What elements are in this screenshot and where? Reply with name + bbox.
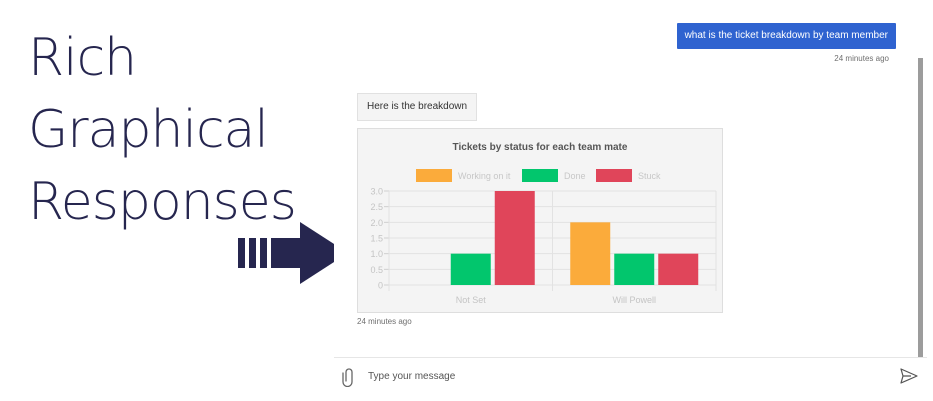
arrow-right-icon <box>238 222 348 284</box>
scrollbar-thumb[interactable] <box>918 58 923 357</box>
y-tick-label: 2.0 <box>370 218 383 228</box>
y-tick-label: 2.5 <box>370 202 383 212</box>
message-composer <box>334 357 927 401</box>
headline: Rich Graphical Responses <box>28 22 297 238</box>
message-input[interactable] <box>368 364 868 388</box>
y-tick-label: 0 <box>378 281 383 291</box>
x-tick-label: Not Set <box>456 295 487 305</box>
chart-card: Tickets by status for each team mate Work… <box>357 128 723 313</box>
user-message-text: what is the ticket breakdown by team mem… <box>684 30 888 41</box>
bar <box>658 253 699 285</box>
chat-pane: what is the ticket breakdown by team mem… <box>334 0 927 400</box>
legend-swatch <box>416 169 452 182</box>
legend-swatch <box>522 169 558 182</box>
headline-line: Graphical <box>28 100 269 160</box>
bot-message-timestamp: 24 minutes ago <box>357 317 412 326</box>
legend-label: Working on it <box>458 171 511 181</box>
headline-line: Rich <box>28 28 137 88</box>
bar <box>494 191 535 285</box>
y-tick-label: 0.5 <box>370 265 383 275</box>
y-tick-label: 3.0 <box>370 187 383 197</box>
y-tick-label: 1.0 <box>370 249 383 259</box>
paperclip-icon[interactable] <box>342 367 356 387</box>
bar-chart: Tickets by status for each team mate Work… <box>370 142 717 305</box>
user-message-timestamp: 24 minutes ago <box>834 54 889 63</box>
send-icon[interactable] <box>900 368 918 384</box>
chart-title: Tickets by status for each team mate <box>453 142 628 153</box>
bar <box>614 253 655 285</box>
x-tick-label: Will Powell <box>612 295 656 305</box>
bot-message-bubble: Here is the breakdown <box>357 93 478 121</box>
y-tick-label: 1.5 <box>370 234 383 244</box>
user-message-bubble: what is the ticket breakdown by team mem… <box>676 23 896 49</box>
legend-label: Done <box>564 171 586 181</box>
bar <box>570 222 611 285</box>
legend-swatch <box>596 169 632 182</box>
bar <box>450 253 491 285</box>
legend-label: Stuck <box>638 171 661 181</box>
bot-message-text: Here is the breakdown <box>367 101 468 112</box>
